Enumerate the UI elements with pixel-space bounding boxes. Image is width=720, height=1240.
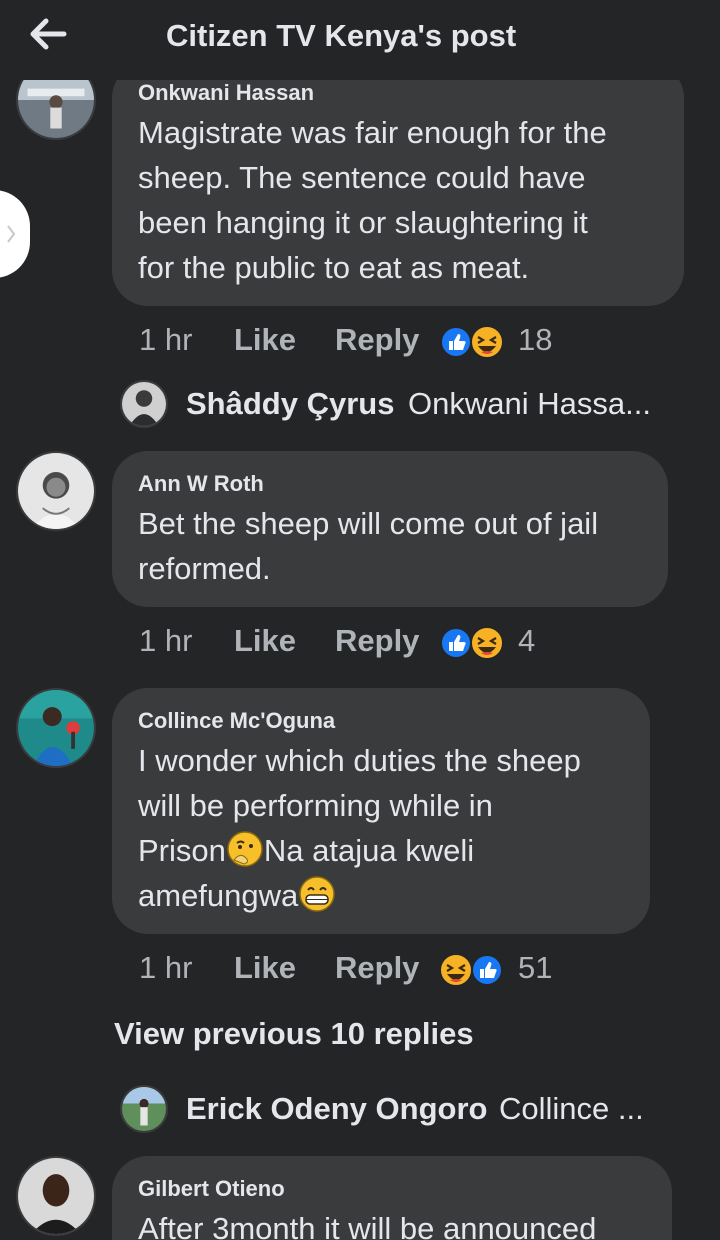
avatar[interactable] xyxy=(16,688,96,768)
comment-line: Magistrate was fair enough for the xyxy=(138,115,607,150)
grinning-face-emoji-icon xyxy=(299,876,336,912)
avatar-photo xyxy=(122,1087,166,1131)
top-bar: Citizen TV Kenya's post xyxy=(0,0,720,80)
comment-line: for the public to eat as meat. xyxy=(138,250,530,285)
back-button[interactable] xyxy=(26,14,70,54)
avatar-photo xyxy=(122,382,166,426)
reaction-count[interactable]: 18 xyxy=(518,322,552,358)
reaction-summary[interactable] xyxy=(440,324,510,360)
avatar-photo xyxy=(18,453,94,529)
avatar[interactable] xyxy=(16,1156,96,1236)
like-button[interactable]: Like xyxy=(234,623,296,659)
reaction-count[interactable]: 51 xyxy=(518,950,552,986)
comment-bubble: Gilbert Otieno After 3month it will be a… xyxy=(112,1156,672,1240)
comment-line: After 3month it will be announced xyxy=(138,1211,597,1240)
comment-time: 1 hr xyxy=(139,322,193,357)
like-haha-reactions-icon xyxy=(440,626,504,660)
reaction-summary[interactable] xyxy=(440,625,510,661)
thinking-face-emoji-icon xyxy=(227,831,263,867)
reaction-summary[interactable] xyxy=(438,952,508,988)
comment-author[interactable]: Collince Mc'Oguna xyxy=(138,708,335,734)
reply-avatar[interactable] xyxy=(120,380,168,428)
reply-button[interactable]: Reply xyxy=(335,950,419,986)
comment-bubble: Ann W Roth Bet the sheep will come out o… xyxy=(112,451,668,607)
like-haha-reactions-icon xyxy=(440,325,504,359)
avatar[interactable] xyxy=(16,451,96,531)
comment-line: will be performing while in xyxy=(138,788,493,823)
chevron-right-icon xyxy=(7,225,16,243)
view-previous-replies-link[interactable]: View previous 10 replies xyxy=(114,1016,474,1052)
reply-author[interactable]: Erick Odeny Ongoro xyxy=(186,1091,487,1127)
comment-line: sheep. The sentence could have xyxy=(138,160,586,195)
comment-line: Bet the sheep will come out of jail xyxy=(138,506,599,541)
reply-snippet[interactable]: Collince ... xyxy=(499,1091,644,1127)
comment-line: amefungwa xyxy=(138,873,581,918)
comments-page: Citizen TV Kenya's post Onkwani Hassan M… xyxy=(0,0,720,1240)
comment-text: Bet the sheep will come out of jail refo… xyxy=(138,501,598,591)
comment-text: After 3month it will be announced xyxy=(138,1206,596,1240)
comment-time: 1 hr xyxy=(139,950,193,985)
comment-author[interactable]: Gilbert Otieno xyxy=(138,1176,285,1202)
like-button[interactable]: Like xyxy=(234,322,296,358)
comment-bubble: Onkwani Hassan Magistrate was fair enoug… xyxy=(112,62,684,306)
reply-avatar[interactable] xyxy=(120,1085,168,1133)
reply-button[interactable]: Reply xyxy=(335,623,419,659)
comment-fragment: amefungwa xyxy=(138,878,299,913)
comment-author[interactable]: Onkwani Hassan xyxy=(138,80,314,106)
comment-author[interactable]: Ann W Roth xyxy=(138,471,264,497)
comment-text: I wonder which duties the sheep will be … xyxy=(138,738,581,918)
like-button[interactable]: Like xyxy=(234,950,296,986)
reply-snippet[interactable]: Onkwani Hassa... xyxy=(408,386,651,422)
haha-like-reactions-icon xyxy=(439,953,503,987)
reply-author[interactable]: Shâddy Çyrus xyxy=(186,386,394,422)
comment-line: reformed. xyxy=(138,551,271,586)
avatar-photo xyxy=(18,1158,94,1234)
comment-time: 1 hr xyxy=(139,623,193,658)
comment-fragment: Na atajua kweli xyxy=(263,833,475,868)
reaction-count[interactable]: 4 xyxy=(518,623,535,659)
comment-line: Prison Na atajua kweli xyxy=(138,828,581,873)
comment-text: Magistrate was fair enough for the sheep… xyxy=(138,110,607,290)
comment-bubble: Collince Mc'Oguna I wonder which duties … xyxy=(112,688,650,934)
comment-fragment: Prison xyxy=(138,833,226,868)
page-title: Citizen TV Kenya's post xyxy=(166,18,517,53)
back-arrow-icon xyxy=(30,18,67,50)
comment-line: been hanging it or slaughtering it xyxy=(138,205,588,240)
avatar-photo xyxy=(18,690,94,766)
reply-button[interactable]: Reply xyxy=(335,322,419,358)
comment-line: I wonder which duties the sheep xyxy=(138,743,581,778)
side-drawer-handle[interactable] xyxy=(0,190,30,278)
